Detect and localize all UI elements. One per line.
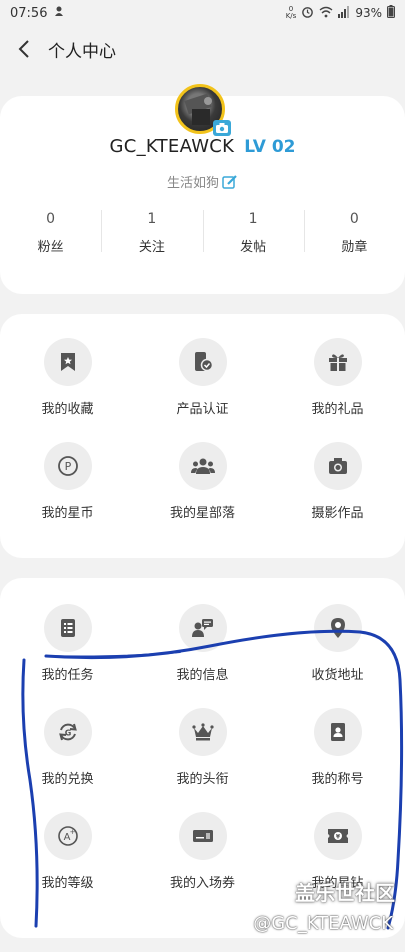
svg-text:P: P [64, 460, 71, 473]
stat-label: 关注 [138, 240, 165, 255]
group-icon [178, 442, 227, 490]
stat-label: 勋章 [341, 240, 368, 255]
page-header: 个人中心 [0, 30, 405, 68]
menu-item-label: 产品认证 [176, 402, 229, 417]
notification-icon [53, 5, 65, 21]
menu-item-photography[interactable]: 摄影作品 [270, 442, 405, 524]
crown-icon [178, 708, 227, 756]
alarm-icon [301, 5, 314, 21]
menu-item-shipping-address[interactable]: 收货地址 [270, 604, 405, 686]
edit-icon[interactable] [222, 174, 238, 190]
status-bar: 07:56 0 K/s 93% [0, 0, 405, 26]
level-badge[interactable]: LV 02 [244, 137, 295, 157]
menu-item-favorites[interactable]: 我的收藏 [0, 338, 135, 420]
profile-card: GC_KTEAWCK LV 02 生活如狗 0 粉丝 1 关注 1 发帖 0 勋… [0, 84, 405, 294]
stat-following[interactable]: 1 关注 [101, 208, 202, 255]
system-navigation-bar [0, 938, 405, 952]
menu-item-label: 我的星币 [41, 506, 94, 521]
device-verify-icon [178, 338, 227, 386]
coin-icon: P [43, 442, 92, 490]
stat-value: 1 [248, 211, 258, 227]
task-list-icon [43, 604, 92, 652]
menu-item-gifts[interactable]: 我的礼品 [270, 338, 405, 420]
battery-icon [387, 5, 395, 21]
stats-row: 0 粉丝 1 关注 1 发帖 0 勋章 [0, 208, 405, 255]
menu-item-titles-crown[interactable]: 我的头衔 [135, 708, 270, 790]
watermark-logo: 盖乐世社区 [295, 881, 395, 905]
network-speed: 0 K/s [285, 5, 297, 20]
ticket-icon [178, 812, 227, 860]
signature-text: 生活如狗 [166, 176, 219, 191]
grade-icon: A + [43, 812, 92, 860]
menu-item-tasks[interactable]: 我的任务 [0, 604, 135, 686]
menu-item-label: 摄影作品 [311, 506, 364, 521]
menu-item-label: 我的兑换 [41, 772, 94, 787]
menu-item-label: 我的星部落 [169, 506, 235, 521]
change-avatar-camera-icon[interactable] [213, 120, 231, 136]
menu-item-star-tribe[interactable]: 我的星部落 [135, 442, 270, 524]
menu-item-label: 我的信息 [176, 668, 229, 683]
menu-item-label: 收货地址 [311, 668, 364, 683]
svg-text:+: + [69, 828, 75, 836]
menu-item-label: 我的称号 [311, 772, 364, 787]
chevron-left-icon [18, 40, 29, 58]
back-button[interactable] [0, 30, 48, 68]
status-time: 07:56 [10, 5, 48, 21]
stat-fans[interactable]: 0 粉丝 [0, 208, 101, 255]
stat-value: 0 [46, 211, 56, 227]
message-icon [178, 604, 227, 652]
menu-item-label: 我的收藏 [41, 402, 94, 417]
camera-icon [313, 442, 362, 490]
exchange-icon: G [43, 708, 92, 756]
stat-label: 发帖 [240, 240, 267, 255]
menu-item-designation[interactable]: 我的称号 [270, 708, 405, 790]
menu-item-label: 我的入场券 [169, 876, 235, 891]
menu-item-exchange[interactable]: G 我的兑换 [0, 708, 135, 790]
star-diamond-icon: ¥ [313, 812, 362, 860]
location-pin-icon [313, 604, 362, 652]
stat-value: 1 [147, 211, 157, 227]
menu-item-label: 我的头衔 [176, 772, 229, 787]
menu-item-label: 我的等级 [41, 876, 94, 891]
signal-icon [338, 5, 350, 21]
menu-item-label: 我的礼品 [311, 402, 364, 417]
battery-level: 93% [355, 6, 382, 20]
stat-posts[interactable]: 1 发帖 [202, 208, 304, 255]
wifi-icon [319, 6, 333, 21]
menu-item-label: 我的任务 [41, 668, 94, 683]
title-card-icon [313, 708, 362, 756]
menu-item-product-verify[interactable]: 产品认证 [135, 338, 270, 420]
stat-medals[interactable]: 0 勋章 [303, 208, 405, 255]
menu-item-grade[interactable]: A + 我的等级 [0, 812, 135, 894]
menu-card-primary: 我的收藏 产品认证 我的礼品 P 我的星币 我的星部落 摄影作品 [0, 314, 405, 558]
menu-item-tickets[interactable]: 我的入场券 [135, 812, 270, 894]
stat-value: 0 [349, 211, 359, 227]
avatar-container[interactable] [175, 84, 231, 136]
gift-icon [313, 338, 362, 386]
menu-item-star-coins[interactable]: P 我的星币 [0, 442, 135, 524]
signature-row[interactable]: 生活如狗 [0, 172, 405, 191]
svg-text:G: G [64, 729, 71, 738]
stat-label: 粉丝 [37, 240, 64, 255]
bookmark-icon [43, 338, 92, 386]
page-title: 个人中心 [48, 41, 116, 62]
menu-item-messages[interactable]: 我的信息 [135, 604, 270, 686]
watermark-handle: @GC_KTEAWCK [253, 913, 393, 934]
username: GC_KTEAWCK [109, 136, 235, 157]
name-row: GC_KTEAWCK LV 02 [0, 136, 405, 157]
